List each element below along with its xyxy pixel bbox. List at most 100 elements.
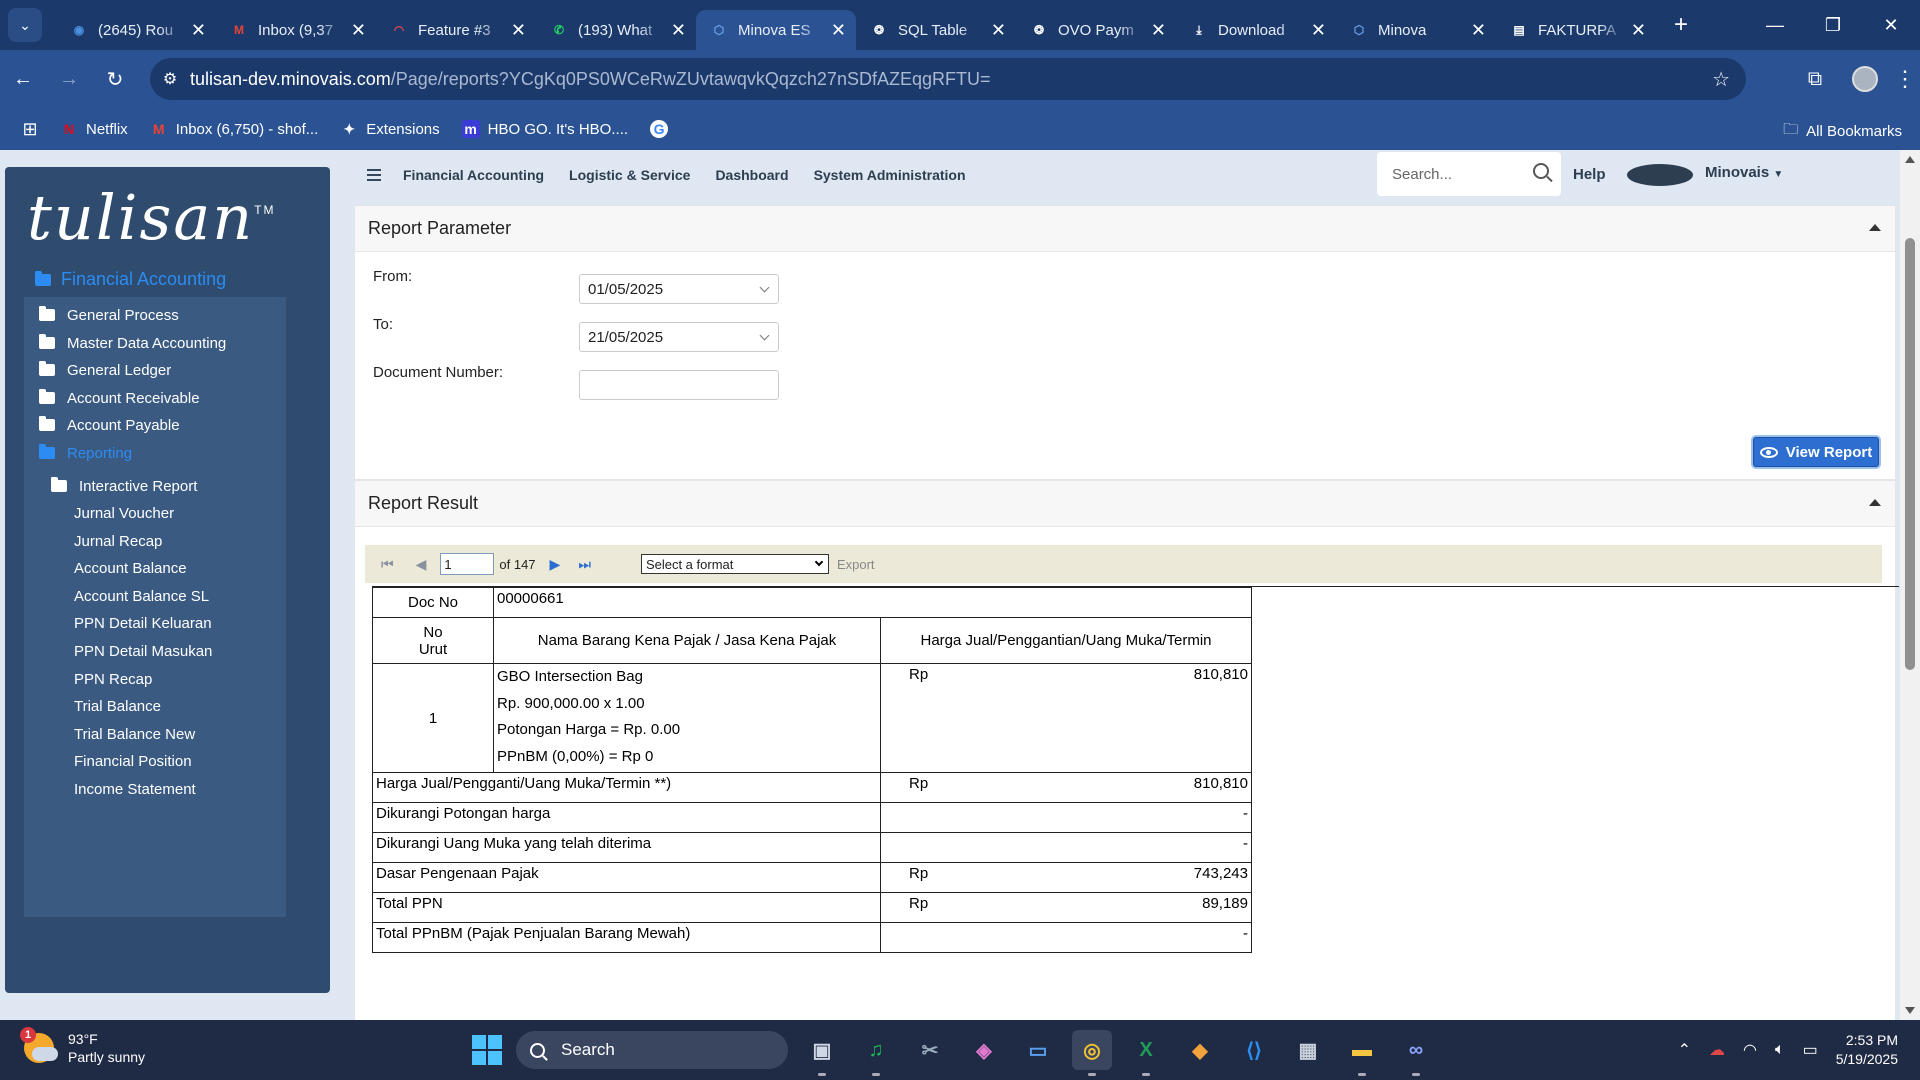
back-icon[interactable]: ←: [0, 68, 46, 91]
copilot-icon[interactable]: ◈: [964, 1030, 1004, 1070]
task-view-icon[interactable]: ▣: [802, 1030, 842, 1076]
sidebar-item-master-data-accounting[interactable]: Master Data Accounting: [39, 331, 226, 355]
search-input[interactable]: Search...: [1377, 152, 1561, 196]
prev-page-icon[interactable]: ◀: [416, 556, 427, 573]
sidebar-item-general-ledger[interactable]: General Ledger: [39, 358, 171, 382]
vertical-scrollbar[interactable]: [1900, 150, 1920, 1020]
report-parameter-header[interactable]: Report Parameter: [355, 206, 1895, 252]
collapse-icon[interactable]: [1869, 499, 1881, 506]
sidebar-item-ppn-detail-keluaran[interactable]: PPN Detail Keluaran: [74, 611, 212, 635]
view-report-button[interactable]: View Report: [1753, 437, 1879, 467]
browser-tab[interactable]: ✆ (193) What ✕: [536, 10, 696, 50]
close-tab-icon[interactable]: ✕: [671, 20, 686, 41]
next-page-icon[interactable]: ▶: [550, 556, 561, 573]
help-link[interactable]: Help: [1573, 166, 1606, 183]
first-page-icon[interactable]: ⏮: [381, 556, 394, 573]
scroll-down-icon[interactable]: [1905, 1007, 1915, 1014]
battery-icon[interactable]: ▭: [1803, 1040, 1818, 1060]
bookmark-item[interactable]: M Inbox (6,750) - shof...: [150, 120, 318, 138]
sidebar-item-account-balance[interactable]: Account Balance: [74, 556, 187, 580]
sidebar-item-jurnal-voucher[interactable]: Jurnal Voucher: [74, 501, 174, 525]
nav-financial-accounting[interactable]: Financial Accounting: [403, 167, 544, 183]
new-tab-button[interactable]: +: [1666, 11, 1696, 39]
scroll-up-icon[interactable]: [1905, 156, 1915, 163]
browser-tab[interactable]: ▤ FAKTURPA ✕: [1496, 10, 1656, 50]
close-tab-icon[interactable]: ✕: [351, 20, 366, 41]
sidebar-item-account-payable[interactable]: Account Payable: [39, 413, 180, 437]
sidebar-item-trial-balance[interactable]: Trial Balance: [74, 694, 161, 718]
to-date-field[interactable]: 21/05/2025: [579, 322, 779, 352]
search-icon[interactable]: [1533, 163, 1549, 179]
page-number-input[interactable]: 1: [440, 553, 495, 575]
site-info-icon[interactable]: ⚙: [150, 69, 190, 89]
close-tab-icon[interactable]: ✕: [1471, 20, 1486, 41]
bookmark-item[interactable]: G: [650, 120, 676, 138]
weather-widget[interactable]: 1 93°F Partly sunny: [20, 1027, 145, 1066]
extensions-icon[interactable]: ⧉: [1790, 68, 1840, 91]
browser-tab[interactable]: ⤓ Download ✕: [1176, 10, 1336, 50]
more-menu-icon[interactable]: ⋮: [1890, 66, 1920, 92]
bookmark-item[interactable]: N Netflix: [60, 120, 128, 138]
clock[interactable]: 2:53 PM 5/19/2025: [1836, 1031, 1898, 1069]
file-explorer-icon[interactable]: ▬: [1342, 1030, 1382, 1076]
export-format-select[interactable]: Select a format: [640, 554, 829, 574]
excel-icon[interactable]: X: [1126, 1030, 1166, 1076]
bookmark-star-icon[interactable]: ☆: [1712, 67, 1730, 92]
sidebar-item-ppn-recap[interactable]: PPN Recap: [74, 667, 152, 691]
sql-tool-icon[interactable]: ◆: [1180, 1030, 1220, 1070]
chevron-up-icon[interactable]: ⌃: [1678, 1040, 1691, 1060]
cloud-error-icon[interactable]: ☁: [1709, 1040, 1725, 1060]
sidebar-item-financial-position[interactable]: Financial Position: [74, 749, 192, 773]
forward-icon[interactable]: →: [46, 68, 92, 91]
url-input[interactable]: ⚙ tulisan-dev.minovais.com/Page/reports?…: [150, 58, 1746, 100]
scrollbar-thumb[interactable]: [1905, 238, 1915, 670]
nav-system-administration[interactable]: System Administration: [814, 167, 966, 183]
all-bookmarks[interactable]: 🗀 All Bookmarks: [1783, 119, 1902, 144]
browser-tab[interactable]: M Inbox (9,37 ✕: [216, 10, 376, 50]
bookmark-item[interactable]: m HBO GO. It's HBO....: [461, 120, 628, 138]
report-result-header[interactable]: Report Result: [355, 481, 1895, 527]
tool-icon[interactable]: ▦: [1288, 1030, 1328, 1070]
close-tab-icon[interactable]: ✕: [1311, 20, 1326, 41]
tab-search-button[interactable]: ⌄: [8, 8, 42, 42]
spotify-icon[interactable]: ♫: [856, 1030, 896, 1076]
nav-dashboard[interactable]: Dashboard: [715, 167, 788, 183]
browser-tab[interactable]: ◉ (2645) Rou ✕: [56, 10, 216, 50]
close-tab-icon[interactable]: ✕: [511, 20, 526, 41]
sidebar-item-jurnal-recap[interactable]: Jurnal Recap: [74, 529, 162, 553]
close-tab-icon[interactable]: ✕: [831, 20, 846, 41]
remote-desktop-icon[interactable]: ▭: [1018, 1030, 1058, 1070]
sidebar-item-general-process[interactable]: General Process: [39, 303, 179, 327]
vscode-icon[interactable]: ⟨⟩: [1234, 1030, 1274, 1070]
close-window-icon[interactable]: ✕: [1862, 0, 1920, 50]
hamburger-menu-icon[interactable]: [367, 166, 381, 184]
browser-tab[interactable]: ◠ Feature #3 ✕: [376, 10, 536, 50]
snipping-tool-icon[interactable]: ✂: [910, 1030, 950, 1070]
from-date-field[interactable]: 01/05/2025: [579, 274, 779, 304]
browser-tab[interactable]: ⬡ Minova ✕: [1336, 10, 1496, 50]
apps-grid-icon[interactable]: ⊞: [0, 119, 60, 140]
collapse-icon[interactable]: [1869, 224, 1881, 231]
taskbar-search[interactable]: Search: [516, 1031, 788, 1069]
browser-tab[interactable]: ❂ SQL Table ✕: [856, 10, 1016, 50]
close-tab-icon[interactable]: ✕: [191, 20, 206, 41]
chevron-down-icon[interactable]: [759, 330, 770, 341]
sidebar-section-financial-accounting[interactable]: Financial Accounting: [35, 269, 226, 290]
chrome-icon[interactable]: ◎: [1072, 1030, 1112, 1076]
sidebar-item-account-balance-sl[interactable]: Account Balance SL: [74, 584, 209, 608]
user-avatar[interactable]: [1627, 164, 1693, 186]
sidebar-item-trial-balance-new[interactable]: Trial Balance New: [74, 722, 195, 746]
volume-icon[interactable]: 🔈︎: [1775, 1041, 1785, 1059]
reload-icon[interactable]: ↻: [92, 67, 138, 92]
restore-icon[interactable]: ❐: [1804, 0, 1862, 50]
last-page-icon[interactable]: ⏭: [578, 556, 591, 573]
document-number-input[interactable]: [579, 370, 779, 400]
user-menu[interactable]: Minovais ▼: [1705, 164, 1783, 181]
sidebar-item-account-receivable[interactable]: Account Receivable: [39, 386, 200, 410]
wifi-icon[interactable]: ◠: [1743, 1040, 1757, 1060]
start-button[interactable]: [472, 1035, 502, 1065]
sidebar-item-reporting[interactable]: Reporting: [39, 441, 132, 465]
profile-avatar[interactable]: [1852, 66, 1878, 92]
close-tab-icon[interactable]: ✕: [1151, 20, 1166, 41]
close-tab-icon[interactable]: ✕: [1631, 20, 1646, 41]
